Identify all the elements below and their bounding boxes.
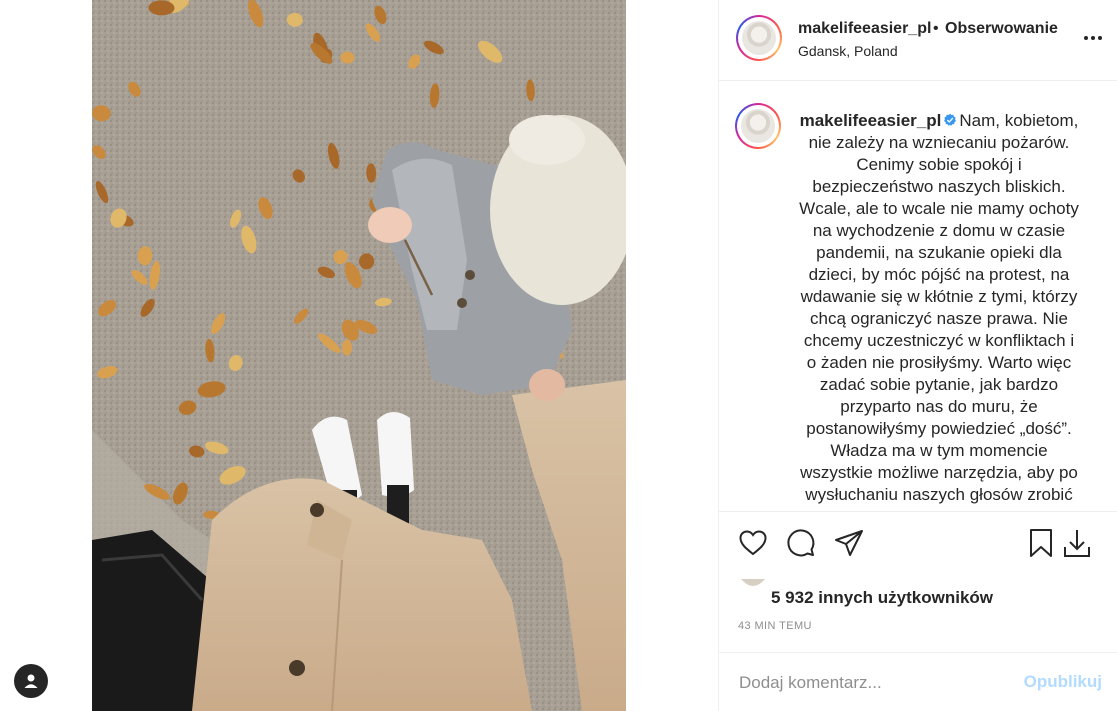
post-side-panel: makelifeeasier_pl • Obserwowanie Gdansk,… [718,0,1117,711]
following-button[interactable]: Obserwowanie [945,20,1058,38]
likes-count-text[interactable]: 5 932 innych użytkowników [771,588,993,608]
paper-plane-icon[interactable] [833,527,865,559]
post-header: makelifeeasier_pl • Obserwowanie Gdansk,… [719,0,1117,81]
caption-body: Nam, kobietom, nie zależy na wzniecaniu … [799,111,1079,504]
post-timestamp[interactable]: 43 MIN TEMU [738,620,812,632]
location-link[interactable]: Gdansk, Poland [798,43,898,59]
comment-form: Opublikuj [719,652,1117,711]
bookmark-icon[interactable] [1025,527,1057,559]
download-icon[interactable] [1061,527,1093,559]
header-separator: • [933,20,939,37]
heart-icon[interactable] [737,527,769,559]
photo-illustration [92,0,626,711]
caption-section: makelifeeasier_pl Nam, kobietom, nie zale… [719,82,1117,511]
avatar-image [741,109,775,143]
comment-icon[interactable] [785,527,817,559]
post-photo[interactable] [92,0,626,711]
autumn-leaf [340,51,355,64]
caption-author-avatar[interactable] [735,103,781,149]
ellipsis-icon[interactable] [1081,26,1105,50]
comment-input[interactable] [737,667,1021,699]
post-actions-bar [719,511,1117,571]
avatar-image [742,21,776,55]
caption-username-link[interactable]: makelifeeasier_pl [800,111,942,130]
likes-summary[interactable]: 5 932 innych użytkowników [739,579,1099,613]
user-icon [24,674,38,688]
user-avatar-button[interactable] [14,664,48,698]
author-username-link[interactable]: makelifeeasier_pl [798,20,931,38]
publish-button[interactable]: Opublikuj [1024,672,1102,692]
liker-avatar [741,579,765,586]
caption-text: makelifeeasier_pl Nam, kobietom, nie zale… [798,110,1080,506]
author-avatar[interactable] [736,15,782,61]
verified-badge-icon [944,113,957,126]
